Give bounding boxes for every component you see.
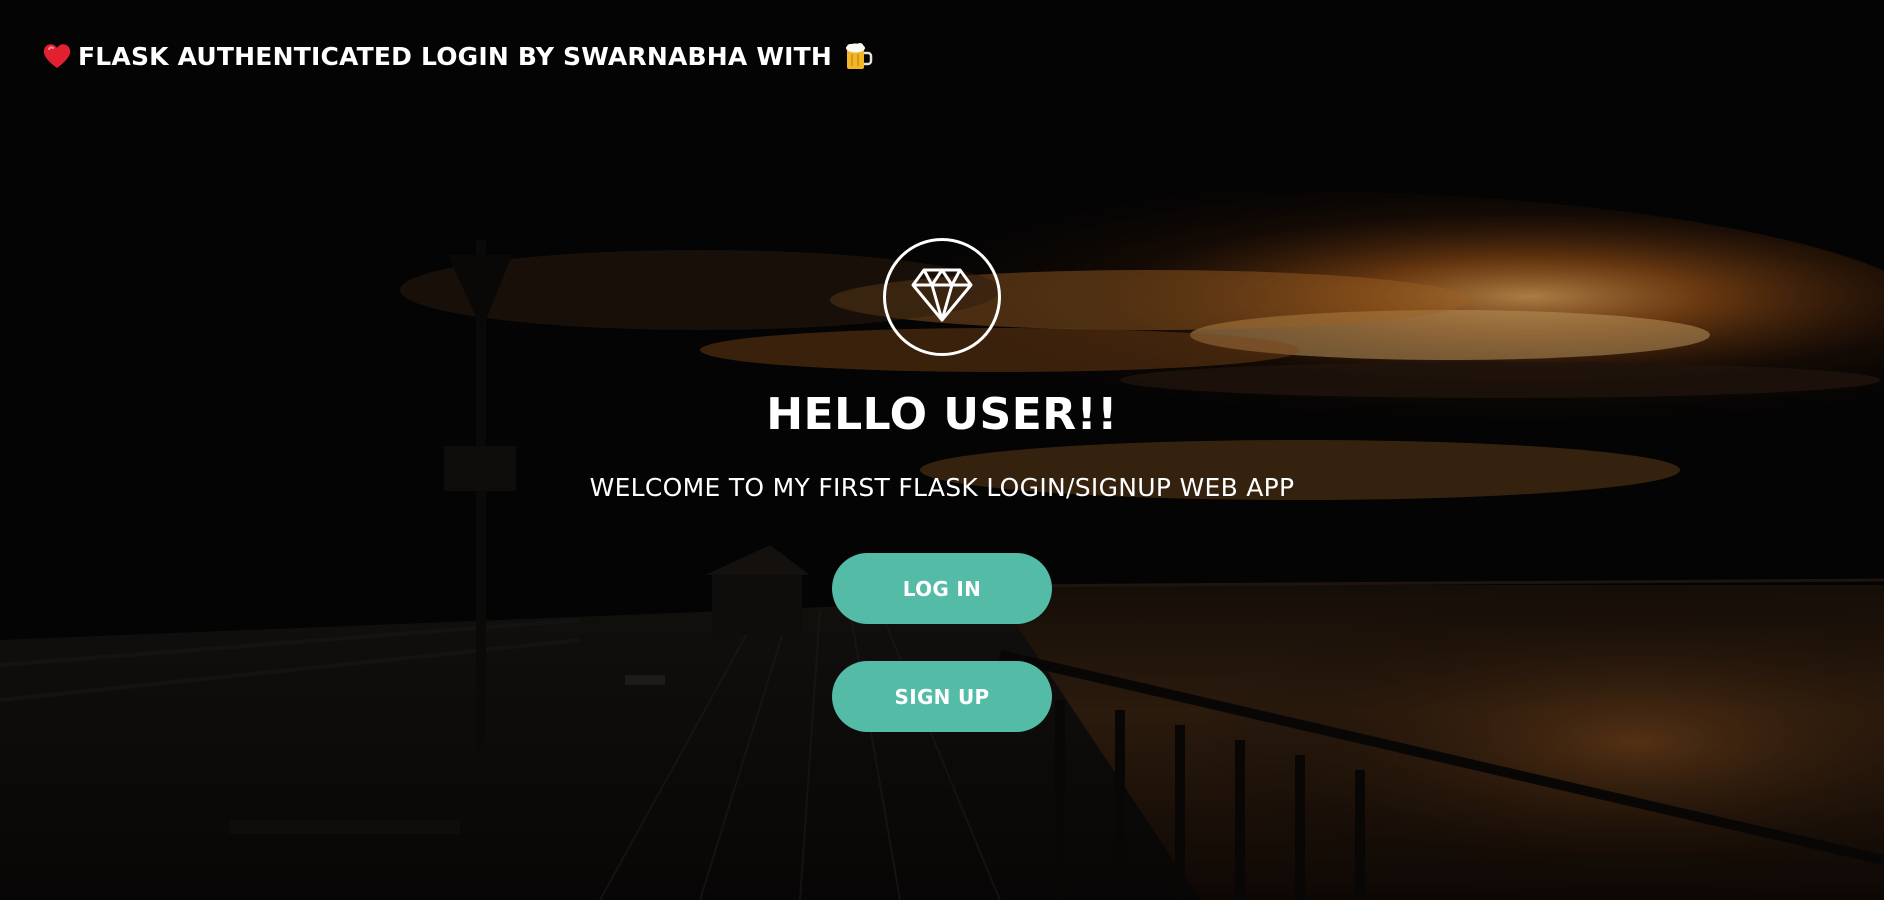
login-button[interactable]: LOG IN (832, 553, 1052, 624)
navbar-brand[interactable]: FLASK AUTHENTICATED LOGIN BY SWARNABHA W… (42, 40, 874, 72)
hero-subtitle: WELCOME TO MY FIRST FLASK LOGIN/SIGNUP W… (589, 473, 1295, 502)
diamond-logo (883, 238, 1001, 356)
red-heart-icon (42, 42, 72, 70)
beer-mug-icon (842, 40, 874, 72)
signup-button[interactable]: SIGN UP (832, 661, 1052, 732)
landing-page: FLASK AUTHENTICATED LOGIN BY SWARNABHA W… (0, 0, 1884, 900)
hero-section: HELLO USER!! WELCOME TO MY FIRST FLASK L… (0, 238, 1884, 732)
navbar-title: FLASK AUTHENTICATED LOGIN BY SWARNABHA W… (78, 41, 833, 71)
hero-title: HELLO USER!! (766, 389, 1118, 440)
diamond-icon (910, 267, 974, 327)
